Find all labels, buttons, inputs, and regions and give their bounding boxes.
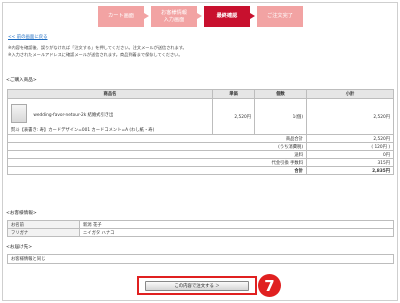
product-quantity: 1(個) — [254, 97, 307, 136]
destination-section-title: <お届け先> — [6, 245, 33, 250]
customer-value: ニイガタ ハナコ — [79, 228, 394, 237]
product-subtotal: 2,520円 — [306, 97, 394, 136]
product-thumbnail — [11, 104, 27, 123]
step-cart: カート画面 — [98, 6, 149, 27]
back-link[interactable]: << 前の画面に戻る — [8, 34, 48, 40]
table-row: フリガナ ニイガタ ハナコ — [7, 228, 394, 237]
callout-badge: 7 — [258, 274, 281, 297]
header-unit-price: 単価 — [212, 89, 255, 99]
summary-value: 315円 — [306, 158, 394, 168]
submit-highlight: この内容で注文する ＞ — [137, 276, 257, 295]
customer-section-title: <お客様情報> — [6, 211, 37, 216]
summary-row: 代金引換 手数料 315円 — [7, 158, 394, 168]
table-row: wedding-favor-netour-2k 結婚式引き出 熨斗【表書き: 寿… — [7, 97, 394, 136]
summary-label: 代金引換 手数料 — [7, 158, 307, 168]
summary-label: 送料 — [7, 150, 307, 160]
header-subtotal: 小計 — [306, 89, 394, 99]
customer-label: お名前 — [7, 220, 80, 229]
checkout-steps: カート画面 お客様情報 入力画面 最終確認 ご注文完了 — [98, 6, 310, 28]
summary-label: (うち消費税) — [7, 142, 307, 152]
step-customer-info: お客様情報 入力画面 — [151, 6, 202, 27]
submit-order-button[interactable]: この内容で注文する ＞ — [145, 280, 249, 291]
product-name: wedding-favor-netour-2k 結婚式引き出 — [33, 113, 114, 118]
table-header-row: 商品名 単価 個数 小計 — [7, 89, 394, 99]
summary-value: 0円 — [306, 150, 394, 160]
destination-box: お客様情報と同じ — [7, 254, 394, 264]
customer-value: 新潟 花子 — [79, 220, 394, 229]
product-cell: wedding-favor-netour-2k 結婚式引き出 熨斗【表書き: 寿… — [7, 97, 213, 136]
step-final-confirm: 最終確認 — [204, 6, 255, 27]
summary-value: 2,520円 — [306, 134, 394, 144]
total-value: 2,835円 — [306, 166, 394, 176]
summary-row: 商品合計 2,520円 — [7, 134, 394, 144]
total-row: 合計 2,835円 — [7, 166, 394, 176]
summary-value: ( 120円 ) — [306, 142, 394, 152]
total-label: 合計 — [7, 166, 307, 176]
customer-info-table: お名前 新潟 花子 フリガナ ニイガタ ハナコ — [7, 220, 394, 237]
product-options: 熨斗【表書き: 寿】カードデザイン=001 カードコメント=A (わし紙・寿) — [11, 128, 155, 133]
summary-row: 送料 0円 — [7, 150, 394, 160]
purchase-section-title: <ご購入商品> — [6, 78, 37, 83]
table-row: お名前 新潟 花子 — [7, 220, 394, 229]
step-order-complete: ご注文完了 — [257, 6, 303, 27]
customer-label: フリガナ — [7, 228, 80, 237]
note-line-1: ※内容を確認後、誤りがなければ「注文する」を押してください。注文メールが送信され… — [8, 45, 187, 50]
note-line-2: ※入力されたメールアドレスに確認メールが送信されます。商品到着まで保存してくださ… — [8, 52, 183, 57]
header-product: 商品名 — [7, 89, 213, 99]
summary-row: (うち消費税) ( 120円 ) — [7, 142, 394, 152]
product-unit-price: 2,520円 — [212, 97, 255, 136]
header-quantity: 個数 — [254, 89, 307, 99]
order-items-table: 商品名 単価 個数 小計 wedding-favor-netour-2k 結婚式… — [7, 89, 394, 176]
summary-label: 商品合計 — [7, 134, 307, 144]
